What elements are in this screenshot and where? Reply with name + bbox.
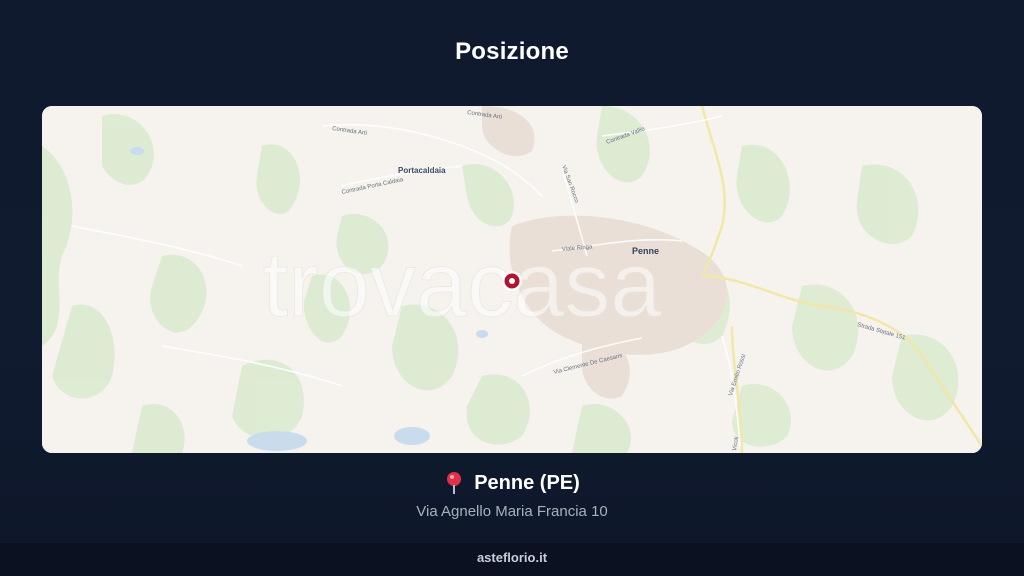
footer-brand: asteflorio.it [0,543,1024,576]
location-marker-icon[interactable] [502,271,522,291]
map-label-penne: Penne [632,246,659,256]
map-canvas: trovacasa Portacaldaia Penne Contrada Ar… [42,106,982,453]
location-address: Via Agnello Maria Francia 10 [416,503,608,520]
map-watermark: trovacasa [263,234,663,336]
location-info: Penne (PE) Via Agnello Maria Francia 10 [0,471,1024,521]
location-map[interactable]: trovacasa Portacaldaia Penne Contrada Ar… [42,106,982,453]
map-label-portacaldaia: Portacaldaia [398,166,446,175]
page-title: Posizione [455,38,569,65]
location-city: Penne (PE) [474,471,580,494]
location-city-line: Penne (PE) [0,471,1024,495]
pushpin-icon [447,472,462,494]
